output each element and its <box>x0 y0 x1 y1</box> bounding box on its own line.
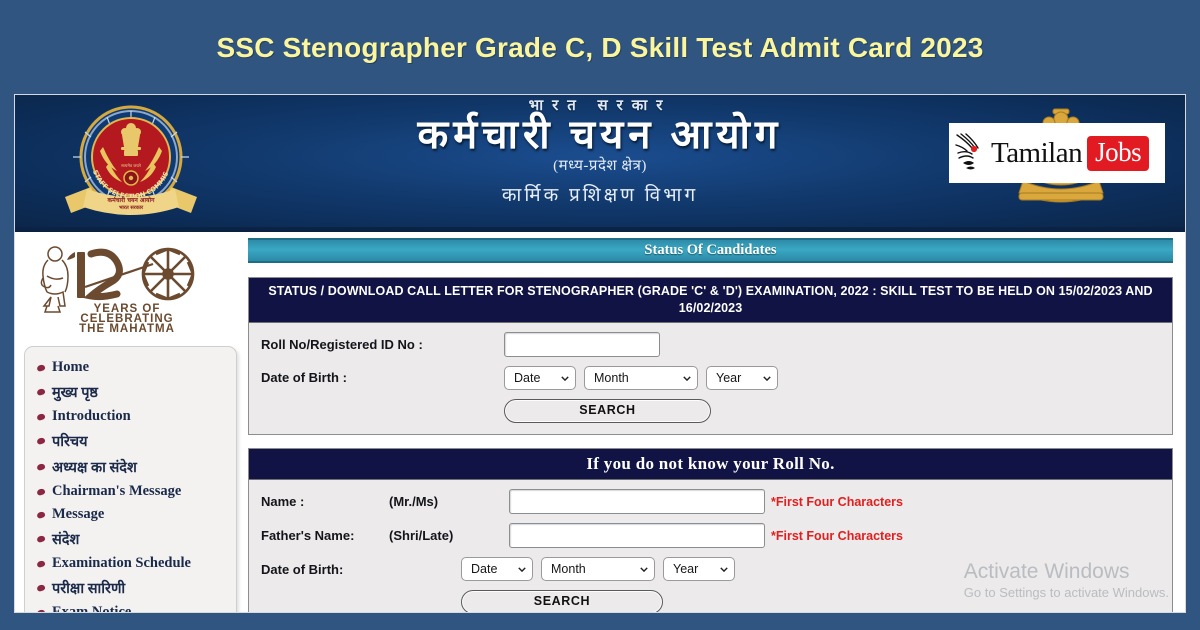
sidebar-item-label: Exam Notice <box>52 604 132 612</box>
sidebar-item-examination-schedule[interactable]: Examination Schedule <box>25 552 236 575</box>
call-letter-form-heading: STATUS / DOWNLOAD CALL LETTER FOR STENOG… <box>249 278 1172 323</box>
main-content: Status Of Candidates STATUS / DOWNLOAD C… <box>240 232 1185 612</box>
dob-year-value: Year <box>716 370 742 385</box>
bullet-icon <box>36 534 46 544</box>
dob-month-select[interactable]: Month <box>584 365 698 390</box>
dob2-year-select[interactable]: Year <box>663 557 735 582</box>
dob-row: Date of Birth : Date Month Year <box>261 365 1160 390</box>
search-row-2: SEARCH <box>261 590 1160 612</box>
sidebar-item-label: परिचय <box>52 434 88 450</box>
page-title: SSC Stenographer Grade C, D Skill Test A… <box>216 31 984 63</box>
father-name-label: Father's Name: <box>261 528 355 544</box>
roll-no-label: Roll No/Registered ID No : <box>261 336 423 352</box>
bullet-icon <box>36 583 46 593</box>
dob-label: Date of Birth : <box>261 370 347 385</box>
chevron-down-icon <box>561 375 569 381</box>
dob2-date-value: Date <box>471 562 498 577</box>
dob2-date-select[interactable]: Date <box>461 557 533 582</box>
bullet-icon <box>36 462 46 472</box>
site-logo-area: Tamilan Jobs <box>949 108 1173 219</box>
dob-label-2: Date of Birth: <box>261 561 344 577</box>
father-name-hint: *First Four Characters <box>771 528 903 543</box>
search-row: SEARCH <box>261 398 1160 423</box>
bullet-icon <box>36 559 46 568</box>
name-hint: *First Four Characters <box>771 494 903 509</box>
sidebar-item-exam-notice[interactable]: Exam Notice <box>25 601 236 612</box>
face-sketch-icon <box>955 133 979 170</box>
dob2-year-value: Year <box>673 562 699 577</box>
chevron-down-icon <box>683 375 691 381</box>
sidebar-item-label: अध्यक्ष का संदेश <box>52 460 137 476</box>
gandhi-150-logo-icon: YEARS OF CELEBRATING THE MAHATMA <box>40 246 195 335</box>
ssc-site-header: सत्यमेव जयते STAFF SELECTION COMMISSION … <box>15 95 1185 232</box>
father-name-input[interactable] <box>509 523 765 549</box>
dob-year-select[interactable]: Year <box>706 365 778 390</box>
sidebar-item-home[interactable]: Home <box>25 356 236 379</box>
father-prefix-label: (Shri/Late) <box>389 528 454 544</box>
sidebar-item-chairmans-message[interactable]: Chairman's Message <box>25 480 236 503</box>
roll-no-input[interactable] <box>504 331 660 357</box>
unknown-roll-no-form: If you do not know your Roll No. Name : … <box>248 447 1173 612</box>
sidebar-item-mukhya-prishth[interactable]: मुख्य पृष्ठ <box>25 379 236 405</box>
dob-row-2: Date of Birth: Date Month Year <box>261 557 1160 582</box>
page-root: SSC Stenographer Grade C, D Skill Test A… <box>0 0 1200 630</box>
bullet-icon <box>36 387 46 397</box>
sidebar-item-label: Message <box>52 506 105 522</box>
name-prefix-label: (Mr./Ms) <box>389 494 439 510</box>
sidebar-item-adhyaksh-ka-sandesh[interactable]: अध्यक्ष का संदेश <box>25 454 236 480</box>
sidebar-item-introduction[interactable]: Introduction <box>25 405 236 428</box>
name-row: Name : (Mr./Ms) *First Four Characters <box>261 489 1160 515</box>
sidebar-item-parichay[interactable]: परिचय <box>25 428 236 454</box>
sidebar-item-pariksha-sarini[interactable]: परीक्षा सारिणी <box>25 575 236 601</box>
search-button-2[interactable]: SEARCH <box>461 590 663 612</box>
bullet-icon <box>36 608 46 612</box>
dob2-month-value: Month <box>551 562 586 577</box>
dob-date-value: Date <box>514 370 541 385</box>
dob-month-value: Month <box>594 370 629 385</box>
bullet-icon <box>36 412 46 421</box>
sidebar-item-label: मुख्य पृष्ठ <box>52 385 98 401</box>
dob2-month-select[interactable]: Month <box>541 557 655 582</box>
chevron-down-icon <box>763 375 771 381</box>
father-name-row: Father's Name: (Shri/Late) *First Four C… <box>261 523 1160 549</box>
bullet-icon <box>36 487 46 496</box>
chevron-down-icon <box>640 567 648 573</box>
dob-date-select[interactable]: Date <box>504 365 576 390</box>
bullet-icon <box>36 363 46 372</box>
sidebar-item-label: संदेश <box>52 532 80 548</box>
unknown-roll-no-heading: If you do not know your Roll No. <box>249 448 1172 481</box>
site-body: YEARS OF CELEBRATING THE MAHATMA Home मु… <box>15 232 1185 612</box>
logo-word: Tamilan <box>991 136 1083 169</box>
sidebar-item-message[interactable]: Message <box>25 503 236 526</box>
name-input[interactable] <box>509 489 765 515</box>
sidebar-item-label: Chairman's Message <box>52 483 182 499</box>
name-label: Name : <box>261 494 305 510</box>
sidebar: YEARS OF CELEBRATING THE MAHATMA Home मु… <box>15 232 240 612</box>
status-of-candidates-bar: Status Of Candidates <box>248 238 1173 263</box>
site-frame: सत्यमेव जयते STAFF SELECTION COMMISSION … <box>15 95 1185 612</box>
chevron-down-icon <box>720 567 728 573</box>
sidebar-menu: Home मुख्य पृष्ठ Introduction परिचय अध्य… <box>24 346 237 612</box>
search-button[interactable]: SEARCH <box>504 398 711 423</box>
bullet-icon <box>36 436 46 446</box>
sidebar-item-label: Introduction <box>52 408 131 424</box>
chevron-down-icon <box>518 567 526 573</box>
tamilan-jobs-logo: Tamilan Jobs <box>949 123 1165 183</box>
sidebar-item-sandesh[interactable]: संदेश <box>25 526 236 552</box>
roll-no-row: Roll No/Registered ID No : <box>261 331 1160 357</box>
page-banner: SSC Stenographer Grade C, D Skill Test A… <box>0 0 1200 95</box>
gandhi-line3: THE MAHATMA <box>79 323 175 332</box>
call-letter-form: STATUS / DOWNLOAD CALL LETTER FOR STENOG… <box>248 277 1173 435</box>
bullet-icon <box>36 510 46 519</box>
logo-badge: Jobs <box>1087 135 1150 171</box>
sidebar-item-label: Home <box>52 359 90 375</box>
sidebar-item-label: परीक्षा सारिणी <box>52 581 126 597</box>
sidebar-item-label: Examination Schedule <box>52 555 191 571</box>
